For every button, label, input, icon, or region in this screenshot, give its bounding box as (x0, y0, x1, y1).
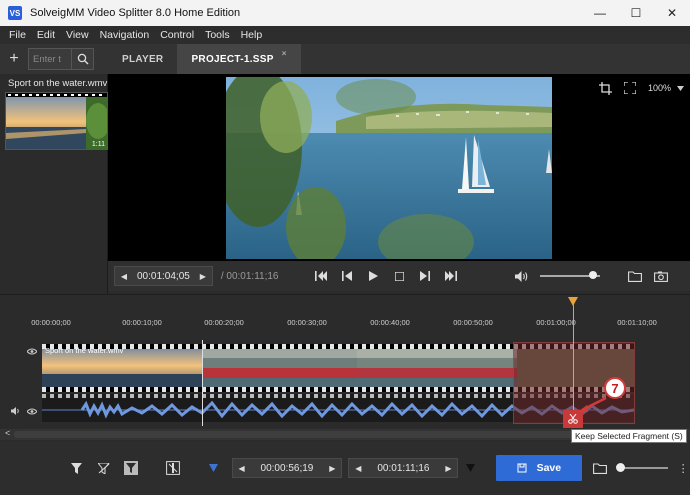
audio-eye-icon[interactable] (26, 407, 38, 417)
maximize-button[interactable]: ☐ (618, 0, 654, 26)
quality-slider-handle[interactable] (616, 463, 626, 472)
menu-file[interactable]: File (9, 29, 26, 41)
start-marker-icon[interactable] (202, 457, 226, 479)
library-toolbar: + Enter t (0, 44, 108, 74)
scroll-left-icon[interactable]: < (5, 428, 10, 438)
filter-invert-icon[interactable] (120, 457, 144, 479)
volume-icon[interactable] (508, 265, 534, 287)
tick-label: 00:00:50;00 (453, 318, 493, 327)
playhead-handle[interactable] (568, 297, 578, 306)
start-time-back-icon[interactable]: ◀ (233, 459, 251, 477)
chevron-down-icon (677, 85, 684, 91)
scissors-icon (568, 414, 578, 424)
speaker-icon[interactable] (11, 407, 21, 417)
menu-navigation[interactable]: Navigation (100, 29, 150, 41)
timeline[interactable]: 00:00:00;00 00:00:10;00 00:00:20;00 00:0… (0, 294, 690, 440)
zoom-value: 100% (647, 83, 671, 93)
output-folder-icon[interactable] (588, 457, 612, 479)
volume-slider-handle[interactable] (589, 271, 598, 279)
playhead[interactable] (573, 297, 574, 425)
end-time-control: ◀ 00:01:11;16 ▶ (348, 458, 459, 478)
menu-control[interactable]: Control (160, 29, 194, 41)
video-preview: 100% (108, 74, 690, 261)
filter-clear-icon[interactable] (92, 457, 116, 479)
go-to-end-icon[interactable] (438, 265, 464, 287)
tab-player[interactable]: PLAYER (108, 44, 177, 74)
menu-view[interactable]: View (66, 29, 89, 41)
tab-close-icon[interactable]: × (282, 49, 287, 58)
stop-icon[interactable] (386, 265, 412, 287)
window-title: SolveigMM Video Splitter 8.0 Home Editio… (30, 7, 241, 19)
menu-help[interactable]: Help (241, 29, 263, 41)
go-to-start-icon[interactable] (308, 265, 334, 287)
play-icon[interactable] (360, 265, 386, 287)
tick-label: 00:00:40;00 (370, 318, 410, 327)
fullscreen-icon[interactable] (618, 76, 642, 100)
step-badge: 7 (604, 377, 626, 399)
quality-slider[interactable] (616, 463, 669, 472)
add-file-button[interactable]: + (0, 50, 28, 68)
prev-frame-icon[interactable] (334, 265, 360, 287)
fragment-start-marker[interactable] (202, 340, 203, 426)
tick-label: 00:01:10;00 (617, 318, 657, 327)
menu-bar: File Edit View Navigation Control Tools … (0, 26, 690, 44)
video-frame (226, 77, 552, 259)
eye-icon[interactable] (26, 347, 38, 357)
start-time-forward-icon[interactable]: ▶ (323, 459, 341, 477)
tick-label: 00:01:00;00 (536, 318, 576, 327)
end-time-forward-icon[interactable]: ▶ (439, 459, 457, 477)
app-icon: VS (8, 6, 22, 20)
end-time[interactable]: 00:01:11;16 (367, 463, 439, 474)
current-time[interactable]: 00:01:04;05 (133, 271, 194, 282)
annotation-arrow-icon (578, 396, 607, 412)
menu-tools[interactable]: Tools (205, 29, 230, 41)
app-main: + Enter t Sport on the water.wmv 1:11 PL… (0, 44, 690, 495)
menu-edit[interactable]: Edit (37, 29, 55, 41)
snapshot-icon[interactable] (648, 265, 674, 287)
more-menu-icon[interactable]: ⋮ (676, 457, 690, 479)
next-frame-icon[interactable] (412, 265, 438, 287)
time-back-icon[interactable]: ◀ (115, 267, 133, 285)
library-file-name: Sport on the water.wmv (8, 78, 108, 89)
keep-fragment-tooltip: Keep Selected Fragment (S) (571, 429, 687, 443)
minimize-button[interactable]: — (582, 0, 618, 26)
close-button[interactable]: ✕ (654, 0, 690, 26)
volume-slider[interactable] (540, 271, 601, 279)
save-button[interactable]: Save (495, 455, 583, 481)
crop-icon[interactable] (594, 76, 618, 100)
tick-label: 00:00:20;00 (204, 318, 244, 327)
zoom-select[interactable]: 100% (648, 83, 684, 93)
library-thumbnail[interactable]: 1:11 (5, 92, 108, 150)
current-time-control: ◀ 00:01:04;05 ▶ (114, 266, 213, 286)
scrollbar-thumb[interactable] (14, 431, 664, 438)
start-time[interactable]: 00:00:56;19 (251, 463, 324, 474)
title-bar: VS SolveigMM Video Splitter 8.0 Home Edi… (0, 0, 690, 26)
tick-label: 00:00:30;00 (287, 318, 327, 327)
tab-project[interactable]: PROJECT-1.SSP × (177, 44, 301, 74)
end-marker-icon[interactable] (458, 457, 482, 479)
timeline-ruler[interactable]: 00:00:00;00 00:00:10;00 00:00:20;00 00:0… (31, 295, 657, 329)
cut-marker-icon[interactable] (161, 457, 185, 479)
tab-bar: PLAYER PROJECT-1.SSP × (108, 44, 690, 74)
filter-icon[interactable] (65, 457, 89, 479)
time-forward-icon[interactable]: ▶ (194, 267, 212, 285)
start-time-control: ◀ 00:00:56;19 ▶ (231, 458, 343, 478)
thumbnail-duration: 1:11 (91, 141, 105, 148)
search-input[interactable]: Enter t (28, 48, 72, 70)
clip-name: Sport on the water.wmv (45, 346, 124, 355)
end-time-back-icon[interactable]: ◀ (349, 459, 367, 477)
total-time: / 00:01:11;16 (220, 270, 279, 282)
search-icon[interactable] (72, 48, 94, 70)
bottom-toolbar: ◀ 00:00:56;19 ▶ ◀ 00:01:11;16 ▶ Save ⋮ (0, 441, 690, 495)
tick-label: 00:00:00;00 (31, 318, 71, 327)
folder-icon[interactable] (622, 265, 648, 287)
tick-label: 00:00:10;00 (122, 318, 162, 327)
video-tools: 100% (594, 76, 690, 100)
save-label: Save (536, 462, 562, 474)
save-icon (517, 463, 527, 473)
tab-project-label: PROJECT-1.SSP (191, 53, 274, 65)
tab-player-label: PLAYER (122, 53, 164, 65)
player-controls: ◀ 00:01:04;05 ▶ / 00:01:11;16 (108, 261, 690, 291)
